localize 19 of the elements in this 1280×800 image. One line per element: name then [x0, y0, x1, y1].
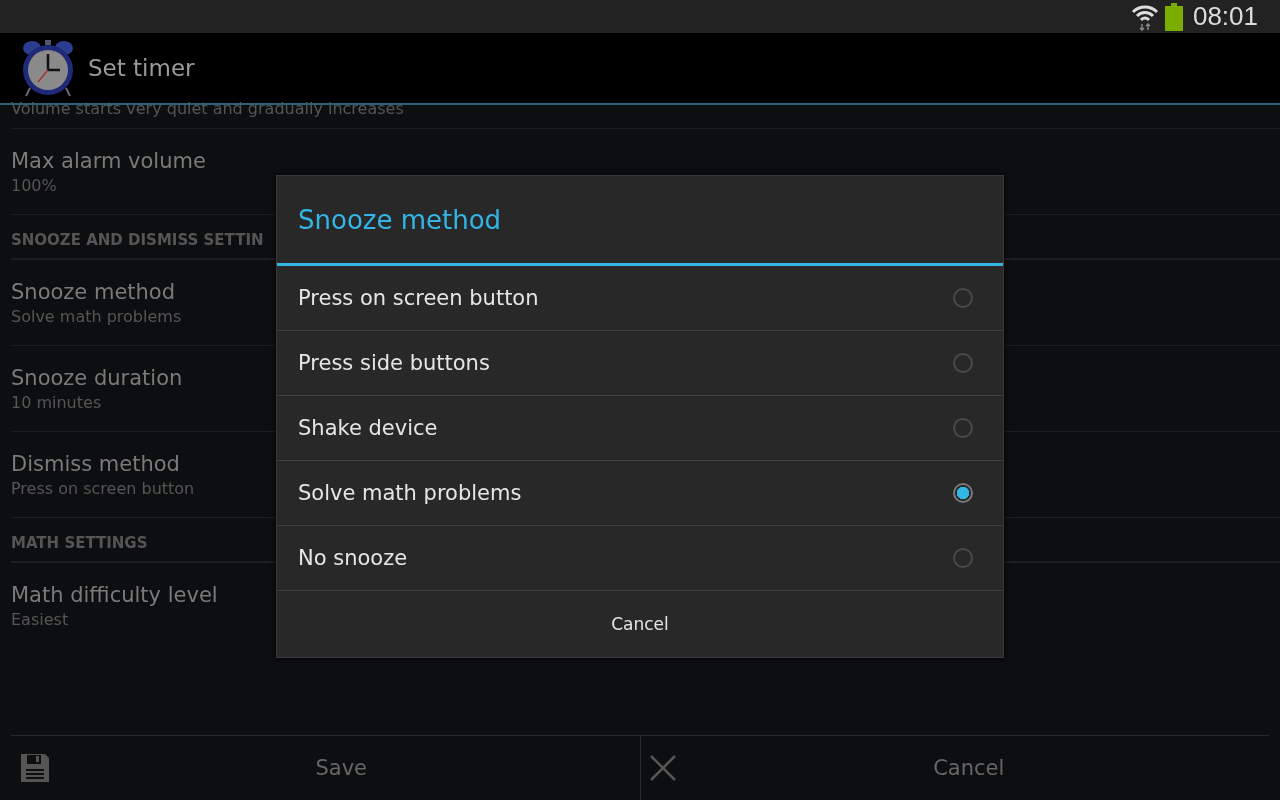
- radio-button[interactable]: [953, 288, 973, 308]
- radio-button[interactable]: [953, 418, 973, 438]
- option-item[interactable]: Press side buttons: [277, 331, 1003, 396]
- section-header: MATH SETTINGS: [11, 534, 148, 552]
- option-item[interactable]: Shake device: [277, 396, 1003, 461]
- setting-summary: Volume starts very quiet and gradually increases: [11, 99, 404, 119]
- option-item[interactable]: No snooze: [277, 526, 1003, 591]
- radio-button[interactable]: [953, 353, 973, 373]
- option-item[interactable]: Solve math problems: [277, 461, 1003, 526]
- alarm-clock-icon[interactable]: [20, 38, 76, 98]
- close-icon: [648, 754, 677, 782]
- section-header: SNOOZE AND DISMISS SETTIN: [11, 231, 264, 249]
- dialog-cancel-button[interactable]: Cancel: [277, 591, 1003, 657]
- screen-title: Set timer: [88, 55, 195, 81]
- status-time: 08:01: [1192, 1, 1258, 32]
- radio-button[interactable]: [953, 548, 973, 568]
- option-item[interactable]: Press on screen button: [277, 266, 1003, 331]
- battery-icon: [1164, 2, 1183, 31]
- radio-button[interactable]: [953, 483, 973, 503]
